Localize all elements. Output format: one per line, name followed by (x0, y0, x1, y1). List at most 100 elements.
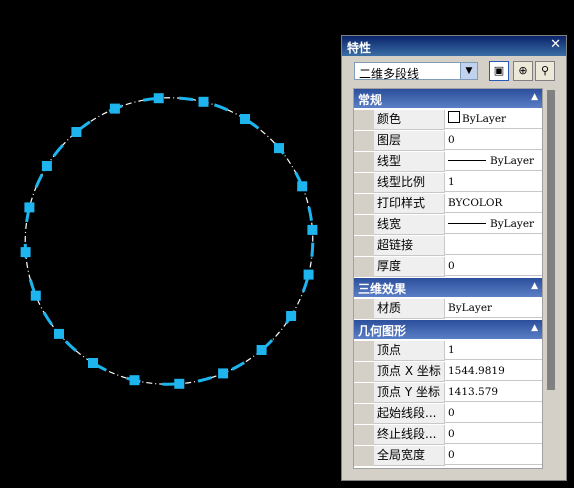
property-value[interactable]: BYCOLOR (445, 194, 542, 213)
select-objects-icon: ⊕ (518, 64, 528, 77)
property-name: 顶点 (374, 341, 445, 361)
property-value[interactable] (445, 236, 542, 255)
grip-point[interactable] (109, 103, 120, 114)
grip-point[interactable] (20, 247, 31, 258)
close-icon[interactable]: ✕ (550, 37, 561, 52)
property-value[interactable]: 0 (445, 404, 542, 423)
grip-point[interactable] (54, 328, 64, 339)
grip-point[interactable] (129, 375, 140, 386)
object-type-value: 二维多段线 (359, 67, 420, 81)
grip-point[interactable] (240, 114, 250, 124)
property-row[interactable]: 打印样式 BYCOLOR (354, 194, 542, 214)
selected-polyline-ellipse[interactable] (0, 47, 340, 435)
grip-point[interactable] (286, 311, 297, 321)
property-value[interactable]: 0 (445, 131, 542, 150)
grip-point[interactable] (218, 368, 229, 379)
grip-point[interactable] (256, 345, 267, 355)
property-row[interactable]: 终止线段... 0 (354, 425, 542, 445)
property-value[interactable]: 1413.579 (445, 383, 542, 402)
drawing-canvas[interactable] (0, 0, 340, 488)
property-row[interactable]: 顶点 Y 坐标 1413.579 (354, 383, 542, 403)
grip-point[interactable] (303, 269, 314, 280)
linetype-preview-icon (448, 223, 486, 224)
row-gutter (354, 215, 374, 235)
property-name: 厚度 (374, 257, 445, 277)
property-name: 顶点 Y 坐标 (374, 383, 445, 403)
property-name: 线宽 (374, 215, 445, 235)
toggle-pickadd-button[interactable]: ▣ (489, 61, 509, 81)
grip-point[interactable] (71, 127, 82, 137)
category-header[interactable]: 常规 ▲ (354, 89, 542, 108)
property-name: 线型比例 (374, 173, 445, 193)
selected-polyline-highlight (23, 96, 315, 386)
property-row[interactable]: 厚度 0 (354, 257, 542, 277)
property-row[interactable]: 线宽 ByLayer (354, 215, 542, 235)
property-row[interactable]: 顶点 1 (354, 341, 542, 361)
property-value[interactable]: 1 (445, 341, 542, 360)
properties-palette: 特性 ✕ 二维多段线 ▼ ▣ ⊕ ⚲ 常规 ▲ 颜色 ByLayer 图层 0 线型 ByLa… (341, 35, 567, 481)
property-row[interactable]: 线型 ByLayer (354, 152, 542, 172)
property-grid-scrollbar[interactable] (546, 88, 556, 469)
grip-point[interactable] (41, 161, 52, 171)
grip-point[interactable] (307, 224, 318, 235)
grip-points[interactable] (20, 93, 318, 389)
category-label: 几何图形 (358, 324, 407, 338)
scrollbar-thumb[interactable] (547, 90, 555, 390)
collapse-icon[interactable]: ▲ (531, 92, 538, 102)
row-gutter (354, 299, 374, 319)
object-type-dropdown[interactable]: 二维多段线 ▼ (354, 62, 478, 81)
grip-point[interactable] (30, 290, 41, 301)
select-objects-button[interactable]: ⊕ (513, 61, 533, 81)
property-name: 材质 (374, 299, 445, 319)
property-name: 线型 (374, 152, 445, 172)
property-value[interactable]: 0 (445, 425, 542, 444)
property-row[interactable]: 超链接 (354, 236, 542, 256)
toggle-pickadd-icon: ▣ (493, 64, 505, 77)
property-row[interactable]: 全局宽度 0 (354, 446, 542, 466)
quick-select-button[interactable]: ⚲ (535, 61, 555, 81)
row-gutter (354, 341, 374, 361)
grip-point[interactable] (274, 143, 284, 154)
property-name: 终止线段... (374, 425, 445, 445)
category-label: 三维效果 (358, 282, 407, 296)
grip-point[interactable] (153, 93, 164, 104)
property-name: 图层 (374, 131, 445, 151)
property-name: 顶点 X 坐标 (374, 362, 445, 382)
property-value[interactable]: ByLayer (445, 110, 542, 129)
collapse-icon[interactable]: ▲ (531, 323, 538, 333)
quick-select-icon: ⚲ (540, 64, 550, 77)
property-row[interactable]: 图层 0 (354, 131, 542, 151)
property-value[interactable]: ByLayer (445, 215, 542, 234)
row-gutter (354, 383, 374, 403)
row-gutter (354, 257, 374, 277)
collapse-icon[interactable]: ▲ (531, 281, 538, 291)
category-header[interactable]: 三维效果 ▲ (354, 278, 542, 297)
grip-point[interactable] (174, 378, 185, 389)
palette-title: 特性 (347, 41, 372, 55)
property-row[interactable]: 颜色 ByLayer (354, 110, 542, 130)
grip-point[interactable] (88, 358, 98, 368)
property-value[interactable]: 0 (445, 446, 542, 465)
grip-point[interactable] (297, 181, 308, 192)
row-gutter (354, 236, 374, 256)
property-value[interactable]: ByLayer (445, 299, 542, 318)
property-value[interactable]: 1544.9819 (445, 362, 542, 381)
property-row[interactable]: 材质 ByLayer (354, 299, 542, 319)
row-gutter (354, 194, 374, 214)
grip-point[interactable] (24, 202, 35, 213)
property-row[interactable]: 起始线段... 0 (354, 404, 542, 424)
row-gutter (354, 425, 374, 445)
row-gutter (354, 173, 374, 193)
palette-titlebar[interactable]: 特性 ✕ (342, 36, 566, 56)
property-row[interactable]: 顶点 X 坐标 1544.9819 (354, 362, 542, 382)
category-header[interactable]: 几何图形 ▲ (354, 320, 542, 339)
category-label: 常规 (358, 93, 383, 107)
property-value[interactable]: ByLayer (445, 152, 542, 171)
property-grid: 常规 ▲ 颜色 ByLayer 图层 0 线型 ByLayer 线型比例 1 打印样式 BYCOLOR… (353, 88, 543, 469)
property-value[interactable]: 1 (445, 173, 542, 192)
property-value[interactable]: 0 (445, 257, 542, 276)
chevron-down-icon[interactable]: ▼ (460, 63, 477, 79)
row-gutter (354, 152, 374, 172)
property-row[interactable]: 线型比例 1 (354, 173, 542, 193)
grip-point[interactable] (198, 96, 209, 107)
